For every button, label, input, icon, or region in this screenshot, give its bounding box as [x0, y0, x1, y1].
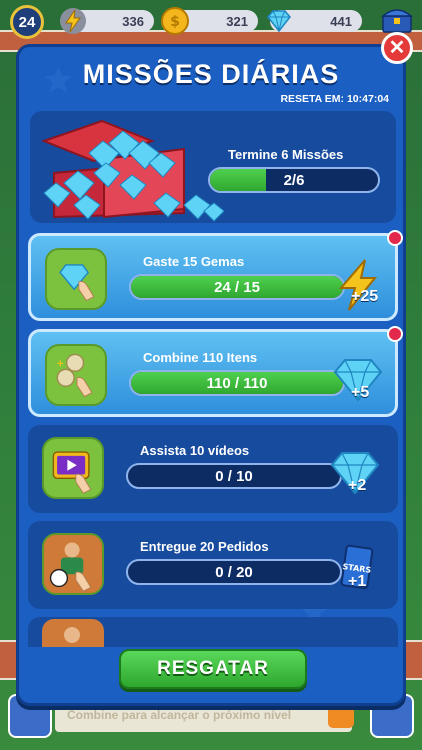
next-mission-card-partial — [28, 617, 398, 647]
player-level: 24 — [18, 13, 36, 31]
reset-time: 10:47:04 — [346, 93, 389, 105]
coin-icon: $ — [161, 7, 189, 35]
gems-value: 441 — [330, 13, 352, 29]
mission-spend-gems[interactable]: Gaste 15 Gemas 24 / 15 +25 — [28, 230, 403, 321]
overall-progress-card: Termine 6 Missões 2/6 — [30, 111, 396, 223]
reward-amount: +5 — [351, 384, 370, 401]
watch-video-icon — [42, 437, 104, 499]
deliver-orders-icon — [42, 533, 104, 595]
close-icon: ✕ — [388, 37, 406, 59]
gem-icon — [267, 10, 291, 33]
mission-progress-bar: 24 / 15 — [129, 274, 345, 300]
energy-value: 336 — [122, 13, 144, 29]
modal-title: MISSÕES DIÁRIAS — [82, 59, 340, 89]
bg-hint-text: Combine para alcançar o próximo nível — [67, 708, 292, 722]
mission-label: Entregue 20 Pedidos — [140, 539, 269, 554]
mission-progress-text: 0 / 20 — [215, 563, 253, 581]
reward-amount: +25 — [351, 288, 379, 305]
svg-text:$: $ — [170, 14, 180, 30]
claim-button[interactable]: RESGATAR — [119, 649, 307, 689]
mission-progress-bar: 0 / 10 — [126, 463, 342, 489]
mission-progress-text: 110 / 110 — [206, 374, 268, 392]
player-avatar-icon — [42, 619, 104, 647]
player-level-badge[interactable]: 24 — [10, 5, 44, 39]
mission-progress-bar: 0 / 20 — [126, 559, 342, 585]
mission-deliver-orders[interactable]: Entregue 20 Pedidos 0 / 20 STARS +1 — [28, 521, 398, 609]
gems-counter[interactable]: 441 — [267, 10, 362, 33]
mission-progress-text: 0 / 10 — [215, 467, 253, 485]
reward-amount: +1 — [348, 573, 367, 590]
close-button[interactable]: ✕ — [381, 32, 413, 64]
mission-merge-items[interactable]: + Combine 110 Itens 110 / 110 +5 — [28, 326, 403, 417]
mission-progress-text: 24 / 15 — [214, 278, 260, 296]
spend-gems-icon — [45, 248, 107, 310]
overall-progress-bar: 2/6 — [208, 167, 380, 193]
reset-timer: RESETA EM: 10:47:04 — [280, 93, 389, 105]
mission-label: Combine 110 Itens — [143, 350, 258, 365]
energy-counter[interactable]: 336 — [60, 8, 154, 34]
daily-missions-modal: MISSÕES DIÁRIAS RESETA EM: 10:47:04 Term… — [16, 44, 406, 706]
energy-bolt-icon — [60, 8, 86, 34]
notification-dot — [387, 326, 403, 342]
mission-label: Gaste 15 Gemas — [143, 254, 245, 269]
coins-counter[interactable]: $ 321 — [161, 7, 258, 35]
notification-dot — [387, 230, 403, 246]
coins-value: 321 — [226, 13, 248, 29]
overall-progress-label: Termine 6 Missões — [228, 147, 344, 162]
mission-watch-videos[interactable]: Assista 10 vídeos 0 / 10 +2 — [28, 425, 398, 513]
mission-label: Assista 10 vídeos — [140, 443, 250, 458]
overall-progress-text: 2/6 — [283, 171, 305, 189]
reward-amount: +2 — [348, 477, 367, 494]
gem-chest-icon — [41, 119, 224, 222]
svg-text:+: + — [56, 359, 64, 370]
merge-items-icon: + — [45, 344, 107, 406]
mission-progress-bar: 110 / 110 — [129, 370, 345, 396]
top-hud: 24 336 $ 321 441 — [0, 0, 422, 42]
shop-chest-icon[interactable] — [380, 4, 414, 34]
reset-label: RESETA EM: — [280, 93, 345, 105]
